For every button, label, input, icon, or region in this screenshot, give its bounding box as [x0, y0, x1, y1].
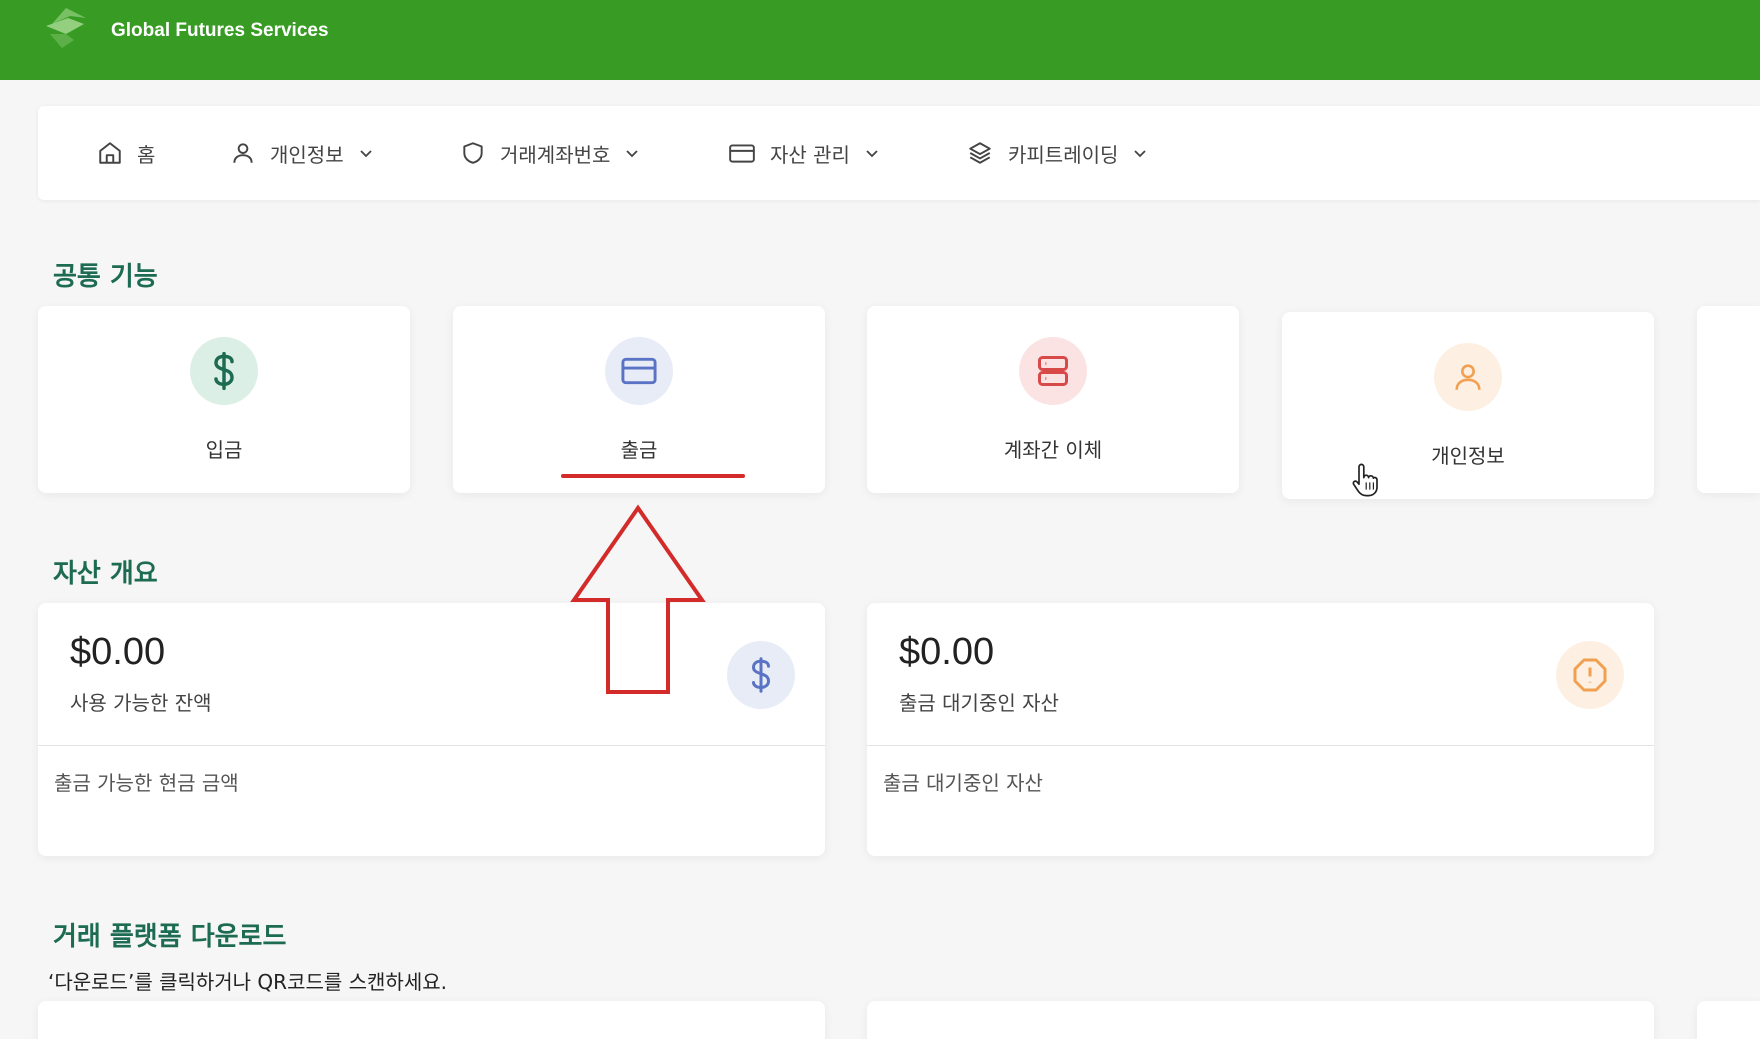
download-card-1[interactable] — [38, 1001, 825, 1039]
chevron-down-icon — [359, 150, 372, 158]
main-nav: 홈 개인정보 거래계좌번호 자산 관리 카피트레이딩 — [38, 106, 1760, 200]
dollar-icon — [727, 641, 795, 709]
available-balance-amount: $0.00 — [70, 631, 166, 673]
dollar-icon — [190, 337, 258, 405]
annotation-up-arrow — [570, 504, 706, 694]
section-title-common: 공통 기능 — [53, 262, 158, 292]
chevron-down-icon — [866, 150, 878, 158]
hand-cursor-icon — [1352, 463, 1378, 497]
top-header: Global Futures Services — [0, 0, 1760, 80]
transfer-card[interactable]: 계좌간 이체 — [867, 306, 1239, 493]
personal-info-card[interactable]: 개인정보 — [1282, 312, 1654, 499]
chevron-down-icon — [626, 150, 639, 158]
available-balance-label: 사용 가능한 잔액 — [70, 691, 212, 715]
available-balance-card: $0.00 사용 가능한 잔액 출금 가능한 현금 금액 — [38, 603, 825, 856]
user-icon — [1434, 343, 1502, 411]
user-icon — [233, 143, 253, 163]
download-description: ‘다운로드’를 클릭하거나 QR코드를 스캔하세요. — [48, 970, 447, 994]
nav-item-label: 홈 — [137, 142, 156, 167]
transfer-label: 계좌간 이체 — [1003, 438, 1103, 462]
nav-item-label: 거래계좌번호 — [500, 142, 611, 167]
withdraw-label: 출금 — [620, 438, 658, 462]
card-icon — [605, 337, 673, 405]
nav-item-label: 자산 관리 — [770, 142, 850, 167]
card-divider — [38, 745, 825, 746]
nav-item-personal-info[interactable]: 개인정보 — [230, 106, 374, 200]
pending-withdrawal-desc: 출금 대기중인 자산 — [883, 771, 1043, 795]
pending-withdrawal-card: $0.00 출금 대기중인 자산 출금 대기중인 자산 — [867, 603, 1654, 856]
server-icon — [1019, 337, 1087, 405]
deposit-label: 입금 — [205, 438, 243, 462]
nav-item-copy-trading[interactable]: 카피트레이딩 — [966, 106, 1148, 200]
deposit-card[interactable]: 입금 — [38, 306, 410, 493]
partial-card[interactable] — [1697, 306, 1760, 493]
available-balance-desc: 출금 가능한 현금 금액 — [54, 771, 239, 795]
pending-withdrawal-label: 출금 대기중인 자산 — [899, 691, 1059, 715]
layers-icon — [969, 142, 991, 164]
nav-item-trading-account[interactable]: 거래계좌번호 — [460, 106, 640, 200]
annotation-underline — [561, 474, 745, 478]
card-divider — [867, 745, 1654, 746]
download-card-2[interactable] — [867, 1001, 1654, 1039]
pending-withdrawal-amount: $0.00 — [899, 631, 995, 673]
shield-icon — [463, 142, 483, 164]
home-icon — [99, 142, 121, 164]
nav-item-label: 개인정보 — [270, 142, 344, 167]
alert-octagon-icon — [1556, 641, 1624, 709]
nav-item-home[interactable]: 홈 — [97, 106, 155, 200]
credit-card-icon — [729, 144, 755, 163]
section-title-download: 거래 플랫폼 다운로드 — [53, 922, 287, 952]
personal-info-label: 개인정보 — [1431, 444, 1505, 468]
chevron-down-icon — [1134, 150, 1147, 158]
withdraw-card[interactable]: 출금 — [453, 306, 825, 493]
nav-item-label: 카피트레이딩 — [1008, 142, 1119, 167]
nav-item-asset-management[interactable]: 자산 관리 — [728, 106, 880, 200]
section-title-assets: 자산 개요 — [53, 559, 158, 589]
brand-name[interactable]: Global Futures Services — [111, 20, 329, 42]
brand-logo[interactable] — [40, 4, 92, 52]
download-card-3[interactable] — [1697, 1001, 1760, 1039]
